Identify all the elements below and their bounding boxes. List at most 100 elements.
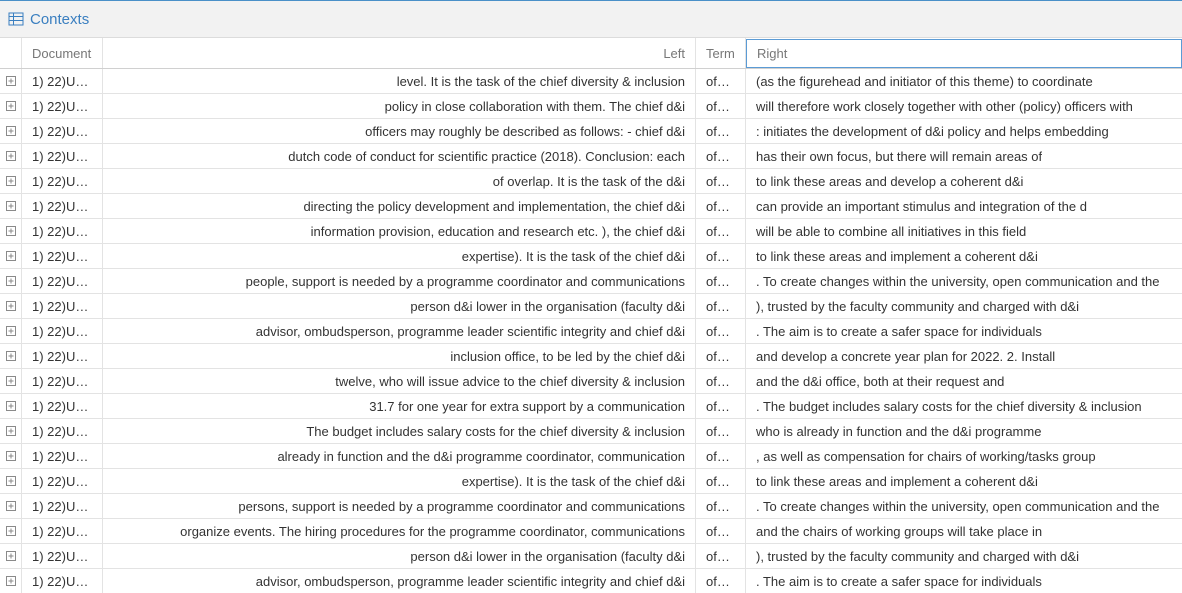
- expand-icon[interactable]: [0, 519, 22, 543]
- table-row[interactable]: 1) 22)U… advisor, ombudsperson, programme…: [0, 319, 1182, 344]
- cell-left: person d&i lower in the organisation (fa…: [103, 294, 696, 318]
- right-context-text: can provide an important stimulus and in…: [756, 198, 1087, 214]
- table-header-row: Document Left Term Right: [0, 38, 1182, 69]
- cell-right: : initiates the development of d&i polic…: [746, 119, 1182, 143]
- table-row[interactable]: 1) 22)U… of overlap. It is the task of th…: [0, 169, 1182, 194]
- left-context-text: organize events. The hiring procedures f…: [180, 523, 685, 539]
- expand-icon[interactable]: [0, 394, 22, 418]
- right-context-text: to link these areas and develop a cohere…: [756, 173, 1024, 189]
- table-row[interactable]: 1) 22)U… person d&i lower in the organisa…: [0, 294, 1182, 319]
- cell-left: information provision, education and res…: [103, 219, 696, 243]
- cell-term: of…: [696, 119, 746, 143]
- right-context-text: . To create changes within the universit…: [756, 498, 1160, 514]
- table-row[interactable]: 1) 22)U… person d&i lower in the organisa…: [0, 544, 1182, 569]
- cell-right: . The budget includes salary costs for t…: [746, 394, 1182, 418]
- cell-term: of…: [696, 444, 746, 468]
- document-text: 1) 22)U…: [32, 498, 89, 514]
- cell-right: has their own focus, but there will rema…: [746, 144, 1182, 168]
- cell-right: ), trusted by the faculty community and …: [746, 294, 1182, 318]
- table-row[interactable]: 1) 22)U… The budget includes salary costs…: [0, 419, 1182, 444]
- expand-icon[interactable]: [0, 219, 22, 243]
- right-context-text: to link these areas and implement a cohe…: [756, 473, 1038, 489]
- cell-right: will therefore work closely together wit…: [746, 94, 1182, 118]
- cell-document: 1) 22)U…: [22, 369, 103, 393]
- cell-term: of…: [696, 569, 746, 593]
- left-context-text: policy in close collaboration with them.…: [384, 98, 685, 114]
- cell-document: 1) 22)U…: [22, 269, 103, 293]
- term-text: of…: [706, 373, 730, 389]
- cell-document: 1) 22)U…: [22, 69, 103, 93]
- expand-icon[interactable]: [0, 469, 22, 493]
- expand-icon[interactable]: [0, 269, 22, 293]
- expand-icon[interactable]: [0, 569, 22, 593]
- left-context-text: persons, support is needed by a programm…: [238, 498, 685, 514]
- expand-icon[interactable]: [0, 94, 22, 118]
- cell-right: and the d&i office, both at their reques…: [746, 369, 1182, 393]
- cell-document: 1) 22)U…: [22, 294, 103, 318]
- cell-document: 1) 22)U…: [22, 444, 103, 468]
- cell-document: 1) 22)U…: [22, 544, 103, 568]
- right-context-text: who is already in function and the d&i p…: [756, 423, 1042, 439]
- cell-document: 1) 22)U…: [22, 469, 103, 493]
- cell-document: 1) 22)U…: [22, 494, 103, 518]
- table-row[interactable]: 1) 22)U… inclusion office, to be led by t…: [0, 344, 1182, 369]
- right-context-text: , as well as compensation for chairs of …: [756, 448, 1096, 464]
- term-text: of…: [706, 523, 730, 539]
- table-row[interactable]: 1) 22)U… already in function and the d&i …: [0, 444, 1182, 469]
- cell-document: 1) 22)U…: [22, 219, 103, 243]
- cell-right: ), trusted by the faculty community and …: [746, 544, 1182, 568]
- document-text: 1) 22)U…: [32, 123, 89, 139]
- expand-icon[interactable]: [0, 319, 22, 343]
- document-text: 1) 22)U…: [32, 73, 89, 89]
- right-context-text: to link these areas and implement a cohe…: [756, 248, 1038, 264]
- expand-icon[interactable]: [0, 69, 22, 93]
- column-header-left[interactable]: Left: [103, 38, 696, 68]
- cell-right: . To create changes within the universit…: [746, 494, 1182, 518]
- table-row[interactable]: 1) 22)U… twelve, who will issue advice to…: [0, 369, 1182, 394]
- left-context-text: 31.7 for one year for extra support by a…: [369, 398, 685, 414]
- expand-icon[interactable]: [0, 544, 22, 568]
- table-row[interactable]: 1) 22)U… people, support is needed by a p…: [0, 269, 1182, 294]
- expand-icon[interactable]: [0, 369, 22, 393]
- table-row[interactable]: 1) 22)U… organize events. The hiring proc…: [0, 519, 1182, 544]
- expand-icon[interactable]: [0, 294, 22, 318]
- expand-icon[interactable]: [0, 144, 22, 168]
- table-row[interactable]: 1) 22)U… directing the policy development…: [0, 194, 1182, 219]
- term-text: of…: [706, 198, 730, 214]
- left-context-text: people, support is needed by a programme…: [245, 273, 685, 289]
- column-header-right[interactable]: Right: [746, 39, 1182, 68]
- column-header-term[interactable]: Term: [696, 38, 746, 68]
- expand-icon[interactable]: [0, 494, 22, 518]
- expand-icon[interactable]: [0, 444, 22, 468]
- term-text: of…: [706, 498, 730, 514]
- term-text: of…: [706, 248, 730, 264]
- table-row[interactable]: 1) 22)U… information provision, education…: [0, 219, 1182, 244]
- cell-left: dutch code of conduct for scientific pra…: [103, 144, 696, 168]
- column-header-document[interactable]: Document: [22, 38, 103, 68]
- cell-term: of…: [696, 394, 746, 418]
- table-row[interactable]: 1) 22)U… expertise). It is the task of th…: [0, 469, 1182, 494]
- table-row[interactable]: 1) 22)U… advisor, ombudsperson, programme…: [0, 569, 1182, 593]
- expand-icon[interactable]: [0, 119, 22, 143]
- cell-right: who is already in function and the d&i p…: [746, 419, 1182, 443]
- table-row[interactable]: 1) 22)U… expertise). It is the task of th…: [0, 244, 1182, 269]
- table-row[interactable]: 1) 22)U… persons, support is needed by a …: [0, 494, 1182, 519]
- cell-document: 1) 22)U…: [22, 119, 103, 143]
- expand-icon[interactable]: [0, 194, 22, 218]
- cell-right: . To create changes within the universit…: [746, 269, 1182, 293]
- expand-icon[interactable]: [0, 344, 22, 368]
- term-text: of…: [706, 223, 730, 239]
- right-context-text: has their own focus, but there will rema…: [756, 148, 1043, 164]
- expand-icon[interactable]: [0, 244, 22, 268]
- expand-icon[interactable]: [0, 169, 22, 193]
- cell-term: of…: [696, 94, 746, 118]
- left-context-text: expertise). It is the task of the chief …: [461, 473, 685, 489]
- expand-icon[interactable]: [0, 419, 22, 443]
- table-row[interactable]: 1) 22)U… 31.7 for one year for extra supp…: [0, 394, 1182, 419]
- table-row[interactable]: 1) 22)U… officers may roughly be describe…: [0, 119, 1182, 144]
- table-row[interactable]: 1) 22)U… policy in close collaboration wi…: [0, 94, 1182, 119]
- table-row[interactable]: 1) 22)U… level. It is the task of the chi…: [0, 69, 1182, 94]
- right-context-text: ), trusted by the faculty community and …: [756, 548, 1079, 564]
- cell-term: of…: [696, 519, 746, 543]
- table-row[interactable]: 1) 22)U… dutch code of conduct for scient…: [0, 144, 1182, 169]
